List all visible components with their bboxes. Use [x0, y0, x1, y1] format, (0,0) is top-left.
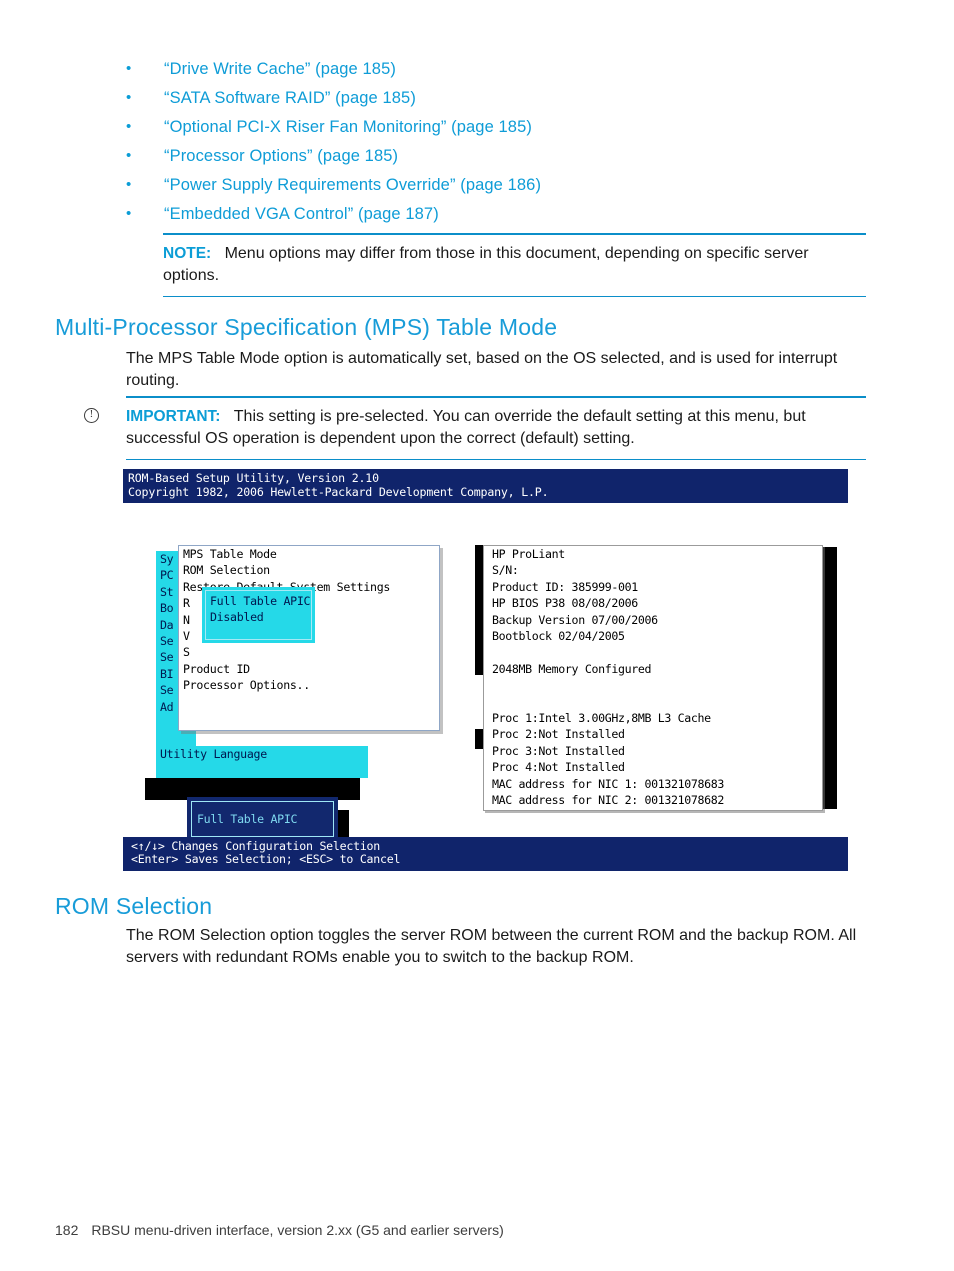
- rbsu-stage: Sy PC St Bo Da Se Se BI Se Ad Utility La…: [123, 503, 848, 860]
- note-rule-bottom: [163, 295, 866, 298]
- cross-reference-link[interactable]: “Drive Write Cache” (page 185): [164, 56, 396, 82]
- info-line-memory: 2048MB Memory Configured: [492, 661, 652, 676]
- list-item[interactable]: “Power Supply Requirements Override” (pa…: [126, 172, 886, 201]
- rbsu-screenshot: ROM-Based Setup Utility, Version 2.10 Co…: [122, 468, 849, 872]
- list-item[interactable]: “Optional PCI-X Riser Fan Monitoring” (p…: [126, 114, 886, 143]
- popup-item-product-id[interactable]: Product ID: [183, 662, 250, 676]
- popup-item-s[interactable]: S: [179, 644, 439, 660]
- paragraph-mps: The MPS Table Mode option is automatical…: [126, 350, 838, 389]
- info-line-proc3: Proc 3:Not Installed: [492, 743, 625, 758]
- page-title-mps: Multi-Processor Specification (MPS) Tabl…: [55, 314, 558, 340]
- list-item[interactable]: “SATA Software RAID” (page 185): [126, 85, 886, 114]
- info-line: S/N:: [492, 563, 519, 578]
- info-line-nic1: MAC address for NIC 1: 001321078683: [492, 776, 725, 791]
- note-body: NOTE: Menu options may differ from those…: [163, 235, 866, 296]
- info-line: HP BIOS P38 08/08/2006: [492, 596, 638, 611]
- cross-reference-link[interactable]: “Power Supply Requirements Override” (pa…: [164, 172, 541, 198]
- rbsu-utility-version: ROM-Based Setup Utility, Version 2.10: [128, 471, 379, 485]
- info-line: Bootblock 02/04/2005: [492, 629, 625, 644]
- bullet-icon: [126, 85, 140, 111]
- dropdown-option-full-table-apic[interactable]: Full Table APIC: [210, 594, 311, 608]
- menu-item-utility-language[interactable]: Utility Language: [156, 746, 368, 762]
- rbsu-system-info-panel: HP ProLiant S/N: Product ID: 385999-001 …: [483, 545, 823, 811]
- important-admonition: IMPORTANT: This setting is pre-selected.…: [84, 396, 866, 461]
- list-item[interactable]: “Processor Options” (page 185): [126, 143, 886, 172]
- cross-reference-link[interactable]: “Embedded VGA Control” (page 187): [164, 201, 439, 227]
- popup-item-processor-options[interactable]: Processor Options..: [179, 677, 439, 693]
- bullet-icon: [126, 201, 140, 227]
- info-line-proc1: Proc 1:Intel 3.00GHz,8MB L3 Cache: [492, 711, 711, 726]
- info-line: HP ProLiant: [492, 547, 565, 561]
- dropdown-inner-frame: Full Table APIC Disabled: [205, 590, 312, 640]
- bullet-icon: [126, 114, 140, 140]
- info-line-proc2: Proc 2:Not Installed: [492, 727, 625, 742]
- bullet-icon: [126, 56, 140, 82]
- dropdown-option-disabled[interactable]: Disabled: [206, 609, 311, 625]
- chip-label: Full Table APIC: [197, 812, 298, 826]
- document-page: “Drive Write Cache” (page 185) “SATA Sof…: [0, 0, 954, 1271]
- bullet-icon: [126, 143, 140, 169]
- list-item[interactable]: “Drive Write Cache” (page 185): [126, 56, 886, 85]
- info-line-proc4: Proc 4:Not Installed: [492, 760, 625, 775]
- exclamation-circle-icon: [84, 407, 99, 423]
- page-title-rom-selection: ROM Selection: [55, 893, 213, 919]
- chip-inner-frame: Full Table APIC: [191, 801, 334, 837]
- note-admonition: NOTE: Menu options may differ from those…: [163, 233, 866, 298]
- rbsu-mps-value-dropdown[interactable]: Full Table APIC Disabled: [202, 587, 315, 643]
- info-line: Product ID: 385999-001: [492, 579, 638, 594]
- list-item[interactable]: “Embedded VGA Control” (page 187): [126, 201, 886, 230]
- menu-item-selected[interactable]: Ad: [160, 700, 174, 714]
- cross-reference-list: “Drive Write Cache” (page 185) “SATA Sof…: [126, 56, 886, 230]
- footer-title: RBSU menu-driven interface, version 2.xx…: [91, 1222, 504, 1238]
- cross-reference-link[interactable]: “Processor Options” (page 185): [164, 143, 398, 169]
- note-text: Menu options may differ from those in th…: [163, 244, 809, 284]
- rbsu-current-selection-chip[interactable]: Full Table APIC: [187, 797, 338, 841]
- rbsu-help-bar: <↑/↓> Changes Configuration Selection <E…: [123, 836, 848, 871]
- popup-item-rom-selection[interactable]: ROM Selection: [179, 562, 439, 578]
- bullet-icon: [126, 172, 140, 198]
- rbsu-help-line-2: <Enter> Saves Selection; <ESC> to Cancel: [131, 852, 401, 867]
- page-number: 182: [55, 1222, 79, 1238]
- decor-black-mask: [823, 547, 837, 809]
- cross-reference-link[interactable]: “Optional PCI-X Riser Fan Monitoring” (p…: [164, 114, 532, 140]
- paragraph-rom-selection: The ROM Selection option toggles the ser…: [126, 927, 857, 966]
- info-line: Backup Version 07/00/2006: [492, 612, 658, 627]
- rbsu-help-line-1: <↑/↓> Changes Configuration Selection: [131, 838, 381, 853]
- rbsu-utility-language-strip[interactable]: Utility Language: [156, 746, 368, 778]
- important-body: IMPORTANT: This setting is pre-selected.…: [84, 398, 866, 459]
- rbsu-copyright: Copyright 1982, 2006 Hewlett-Packard Dev…: [128, 484, 549, 499]
- important-label: IMPORTANT:: [126, 407, 221, 425]
- info-line-nic2: MAC address for NIC 2: 001321078682: [492, 793, 725, 808]
- page-footer: 182 RBSU menu-driven interface, version 2…: [55, 1222, 504, 1238]
- note-label: NOTE:: [163, 244, 212, 262]
- popup-item-mps-table-mode[interactable]: MPS Table Mode: [183, 547, 277, 561]
- important-rule-bottom: [126, 458, 866, 461]
- rbsu-title-bar: ROM-Based Setup Utility, Version 2.10 Co…: [123, 469, 848, 503]
- cross-reference-link[interactable]: “SATA Software RAID” (page 185): [164, 85, 416, 111]
